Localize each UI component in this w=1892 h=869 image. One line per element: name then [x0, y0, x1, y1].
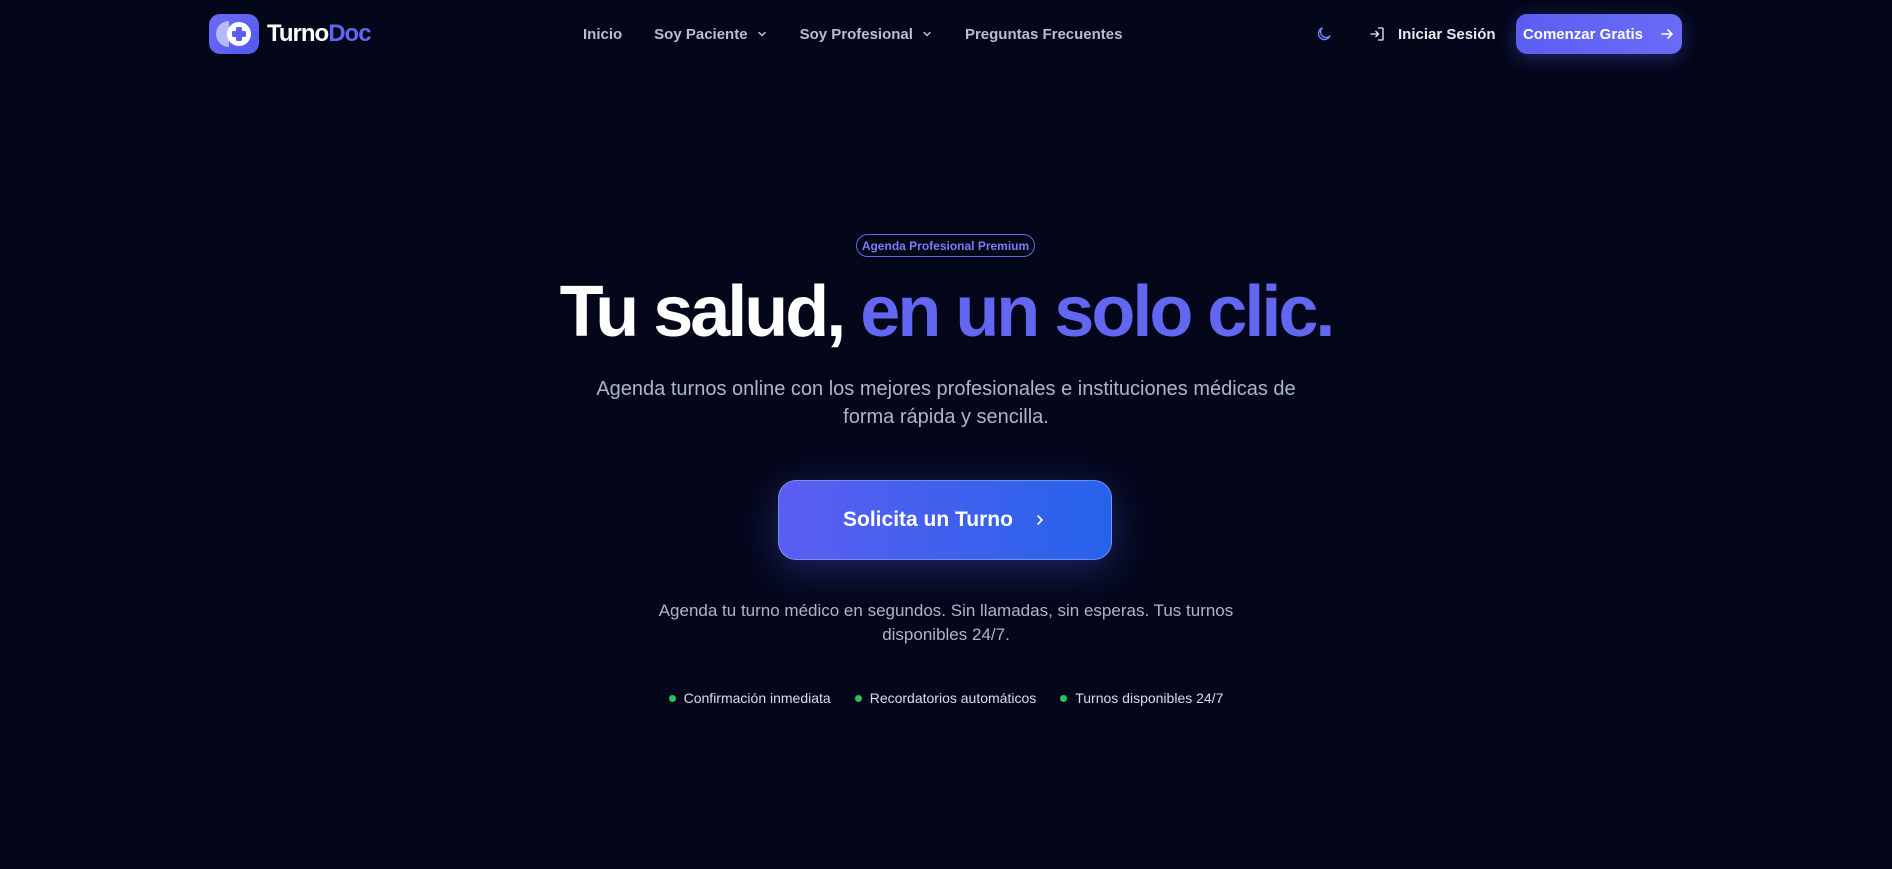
moon-icon — [1317, 27, 1331, 41]
headline-part1: Tu salud, — [559, 272, 847, 352]
nav-item-soy-profesional[interactable]: Soy Profesional — [800, 26, 933, 43]
nav-item-label: Soy Profesional — [799, 25, 913, 43]
request-appointment-button[interactable]: Solicita un Turno — [778, 480, 1112, 560]
brand-logo[interactable]: TurnoDoc — [209, 14, 372, 54]
brand-name: TurnoDoc — [267, 20, 372, 48]
top-navbar: TurnoDoc Inicio Soy Paciente Soy Profesi… — [0, 0, 1892, 68]
hero-subheadline: Agenda turnos online con los mejores pro… — [596, 378, 1296, 428]
nav-item-preguntas-frecuentes[interactable]: Preguntas Frecuentes — [965, 26, 1123, 43]
premium-badge: Agenda Profesional Premium — [856, 234, 1035, 257]
start-free-label: Comenzar Gratis — [1522, 25, 1644, 43]
feature-item: Recordatorios automáticos — [854, 690, 1037, 706]
feature-item: Turnos disponibles 24/7 — [1060, 690, 1223, 706]
brand-name-part2: Doc — [328, 20, 371, 47]
status-dot-icon — [1060, 694, 1068, 702]
nav-item-soy-paciente[interactable]: Soy Paciente — [654, 26, 767, 43]
start-free-button[interactable]: Comenzar Gratis — [1516, 14, 1682, 54]
request-appointment-label: Solicita un Turno — [843, 508, 1013, 531]
chevron-down-icon — [923, 31, 931, 37]
hero-note: Agenda tu turno médico en segundos. Sin … — [658, 601, 1234, 644]
login-icon — [1370, 27, 1384, 41]
brand-name-part1: Turno — [267, 20, 329, 47]
arrow-right-icon — [1661, 29, 1673, 39]
feature-label: Confirmación inmediata — [683, 690, 831, 706]
nav-item-label: Soy Paciente — [654, 25, 748, 43]
feature-label: Recordatorios automáticos — [869, 690, 1037, 706]
feature-label: Turnos disponibles 24/7 — [1075, 690, 1224, 706]
main-nav: Inicio Soy Paciente Soy Profesional Preg… — [583, 22, 1123, 46]
nav-item-inicio[interactable]: Inicio — [583, 26, 622, 43]
chevron-right-icon — [1037, 515, 1043, 525]
status-dot-icon — [854, 694, 862, 702]
feature-list: Confirmación inmediata Recordatorios aut… — [0, 688, 1892, 708]
login-label: Iniciar Sesión — [1398, 25, 1496, 43]
theme-toggle-button[interactable] — [1312, 22, 1336, 46]
hero-headline: Tu salud, en un solo clic. — [0, 272, 1892, 352]
headline-part2: en un solo clic. — [860, 272, 1335, 352]
nav-item-label: Inicio — [583, 25, 623, 43]
medical-cross-icon — [209, 14, 259, 54]
status-dot-icon — [668, 694, 676, 702]
chevron-down-icon — [757, 31, 766, 37]
feature-item: Confirmación inmediata — [668, 690, 831, 706]
nav-item-label: Preguntas Frecuentes — [964, 25, 1123, 43]
login-button[interactable]: Iniciar Sesión — [1368, 22, 1496, 46]
